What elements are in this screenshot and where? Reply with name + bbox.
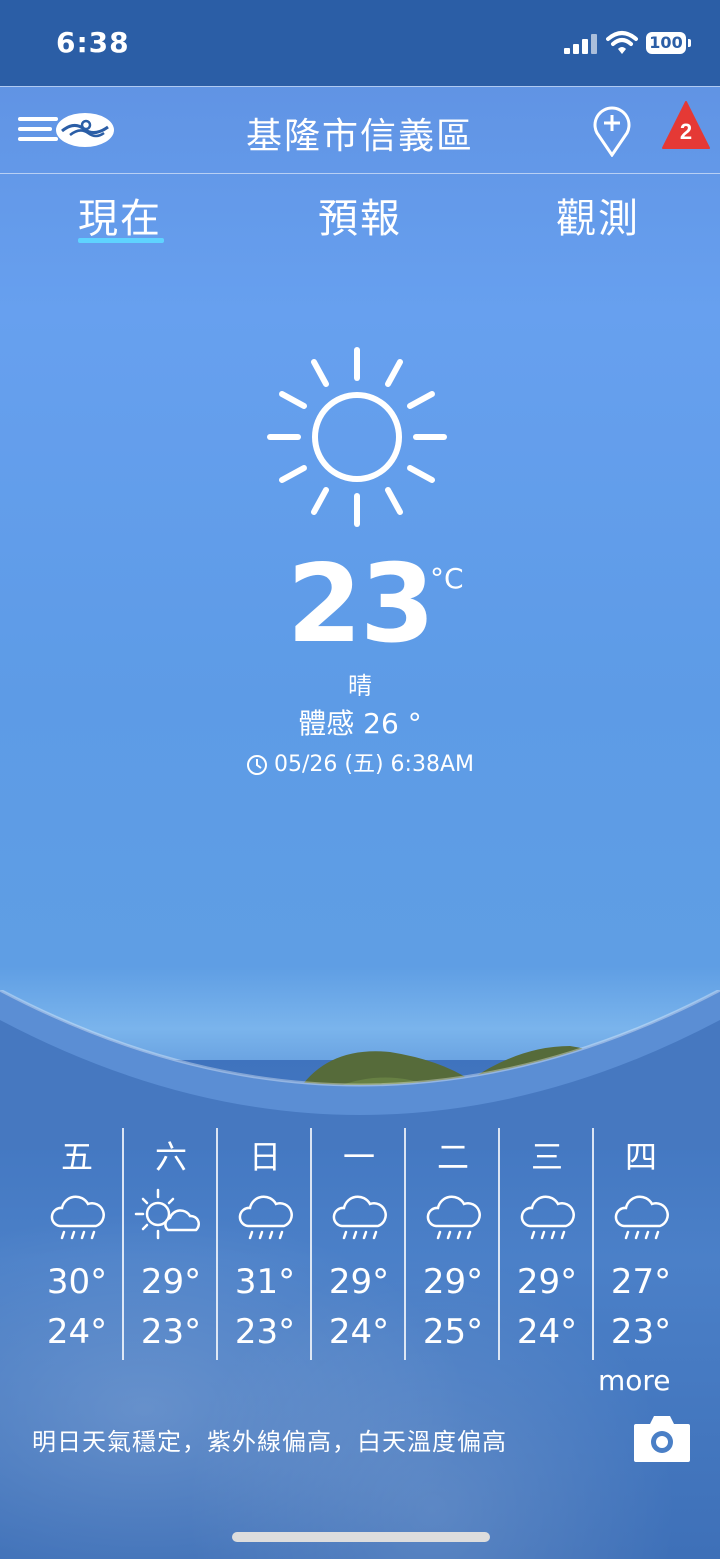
forecast-low: 25° (422, 1312, 484, 1352)
forecast-day-label: 五 (60, 1138, 93, 1176)
forecast-day-label: 一 (342, 1138, 375, 1176)
wifi-icon (606, 31, 638, 54)
tab-bar: 現在 預報 觀測 (0, 176, 720, 246)
forecast-high: 29° (140, 1262, 202, 1302)
weekly-forecast: 五 30° 24° 六 29° 23° 日 31° 23° 一 29° 24° … (30, 1128, 690, 1360)
forecast-low: 23° (140, 1312, 202, 1352)
alert-count: 2 (680, 119, 692, 144)
forecast-low: 23° (610, 1312, 672, 1352)
update-time-text: 05/26 (五) 6:38AM (274, 752, 474, 777)
sunny-icon (267, 347, 447, 527)
forecast-day[interactable]: 日 31° 23° (218, 1128, 312, 1360)
forecast-low: 24° (328, 1312, 390, 1352)
status-time: 6:38 (56, 26, 130, 59)
rain-icon (50, 1195, 105, 1240)
rain-icon (426, 1195, 481, 1240)
forecast-high: 29° (516, 1262, 578, 1302)
camera-icon[interactable] (632, 1412, 692, 1464)
forecast-day-label: 六 (154, 1138, 187, 1176)
forecast-day[interactable]: 二 29° 25° (406, 1128, 500, 1360)
tab-forecast[interactable]: 預報 (318, 186, 402, 244)
forecast-day-label: 日 (248, 1138, 281, 1176)
forecast-day[interactable]: 五 30° 24° (30, 1128, 124, 1360)
forecast-high: 30° (46, 1262, 108, 1302)
forecast-low: 23° (234, 1312, 296, 1352)
cellular-signal-icon (564, 34, 600, 54)
weather-summary: 明日天氣穩定，紫外線偏高，白天溫度偏高 (32, 1428, 507, 1456)
rain-icon (332, 1195, 387, 1240)
rain-icon (614, 1195, 669, 1240)
status-bar: 6:38 100 (0, 0, 720, 86)
battery-icon: 100 (646, 32, 691, 54)
temperature-unit: °C (430, 562, 464, 595)
forecast-day[interactable]: 六 29° 23° (124, 1128, 218, 1360)
more-link[interactable]: more (598, 1364, 671, 1397)
location-title[interactable]: 基隆市信義區 (180, 107, 540, 159)
alert-icon[interactable]: 2 (662, 100, 710, 150)
scenery-arc (0, 990, 720, 1150)
forecast-day[interactable]: 四 27° 23° (594, 1128, 688, 1360)
forecast-high: 31° (234, 1262, 296, 1302)
tab-observation[interactable]: 觀測 (556, 186, 640, 244)
update-time: 05/26 (五) 6:38AM (0, 746, 720, 778)
rain-icon (520, 1195, 575, 1240)
forecast-day[interactable]: 三 29° 24° (500, 1128, 594, 1360)
app-header: 基隆市信義區 (0, 86, 720, 174)
menu-button[interactable] (18, 109, 118, 153)
tab-now[interactable]: 現在 (78, 186, 162, 244)
forecast-high: 29° (422, 1262, 484, 1302)
cwb-logo-icon (56, 113, 114, 147)
current-temperature: 23 (286, 542, 435, 667)
forecast-day-label: 四 (624, 1138, 657, 1176)
forecast-high: 27° (610, 1262, 672, 1302)
forecast-day-label: 三 (530, 1138, 563, 1176)
forecast-low: 24° (46, 1312, 108, 1352)
feels-like: 體感 26 ° (298, 707, 422, 740)
rain-icon (238, 1195, 293, 1240)
forecast-low: 24° (516, 1312, 578, 1352)
sun-cloud-icon (134, 1188, 200, 1240)
home-indicator[interactable] (232, 1532, 490, 1542)
weather-condition: 晴 (348, 672, 372, 700)
forecast-day[interactable]: 一 29° 24° (312, 1128, 406, 1360)
forecast-day-label: 二 (436, 1138, 469, 1176)
tab-active-indicator (78, 238, 164, 243)
forecast-high: 29° (328, 1262, 390, 1302)
clock-icon (247, 755, 267, 775)
add-location-icon[interactable] (592, 105, 632, 157)
